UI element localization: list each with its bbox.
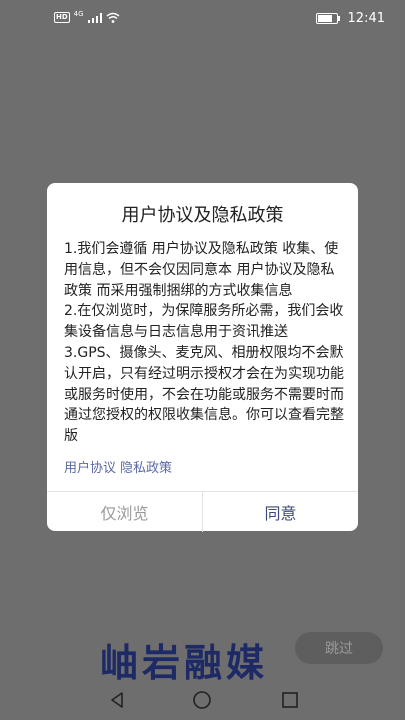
back-triangle-icon[interactable]: [108, 690, 128, 710]
policy-links: 用户协议 隐私政策: [64, 457, 172, 476]
dialog-paragraph-1: 1.我们会遵循 用户协议及隐私政策 收集、使用信息，但不会仅因同意本 用户协议及…: [64, 241, 339, 299]
dialog-body: 1.我们会遵循 用户协议及隐私政策 收集、使用信息，但不会仅因同意本 用户协议及…: [64, 239, 344, 447]
battery-icon: [315, 13, 340, 24]
user-agreement-link[interactable]: 用户协议: [64, 461, 116, 476]
home-circle-icon[interactable]: [192, 690, 212, 710]
brand-logo: 岫岩融媒: [100, 640, 269, 685]
dialog-paragraph-3: 3.GPS、摄像头、麦克风、相册权限均不会默认开启，只有经过明示授权才会在为实现…: [64, 344, 344, 445]
privacy-dialog: 用户协议及隐私政策 1.我们会遵循 用户协议及隐私政策 收集、使用信息，但不会仅…: [47, 183, 358, 532]
hd-badge: HD: [54, 12, 70, 23]
status-time: 12:41: [347, 11, 385, 26]
privacy-policy-link[interactable]: 隐私政策: [120, 461, 172, 476]
dialog-buttons: 仅浏览 同意: [47, 491, 358, 532]
browse-only-button[interactable]: 仅浏览: [47, 492, 203, 532]
dialog-paragraph-2: 2.在仅浏览时，为保障服务所必需，我们会收集设备信息与日志信息用于资讯推送: [64, 303, 344, 341]
battery-fill: [317, 15, 332, 22]
agree-button[interactable]: 同意: [203, 492, 358, 532]
navigation-bar: [0, 682, 405, 720]
status-right: 12:41: [315, 11, 385, 26]
network-type: 4G: [73, 9, 84, 18]
skip-button[interactable]: 跳过: [295, 632, 383, 664]
signal-bars-icon: [87, 12, 102, 23]
status-left: HD 4G: [54, 9, 120, 23]
status-bar: HD 4G 12:41: [0, 0, 405, 40]
wifi-icon: [106, 12, 120, 23]
recent-square-icon[interactable]: [280, 690, 300, 710]
dialog-title: 用户协议及隐私政策: [121, 205, 284, 226]
